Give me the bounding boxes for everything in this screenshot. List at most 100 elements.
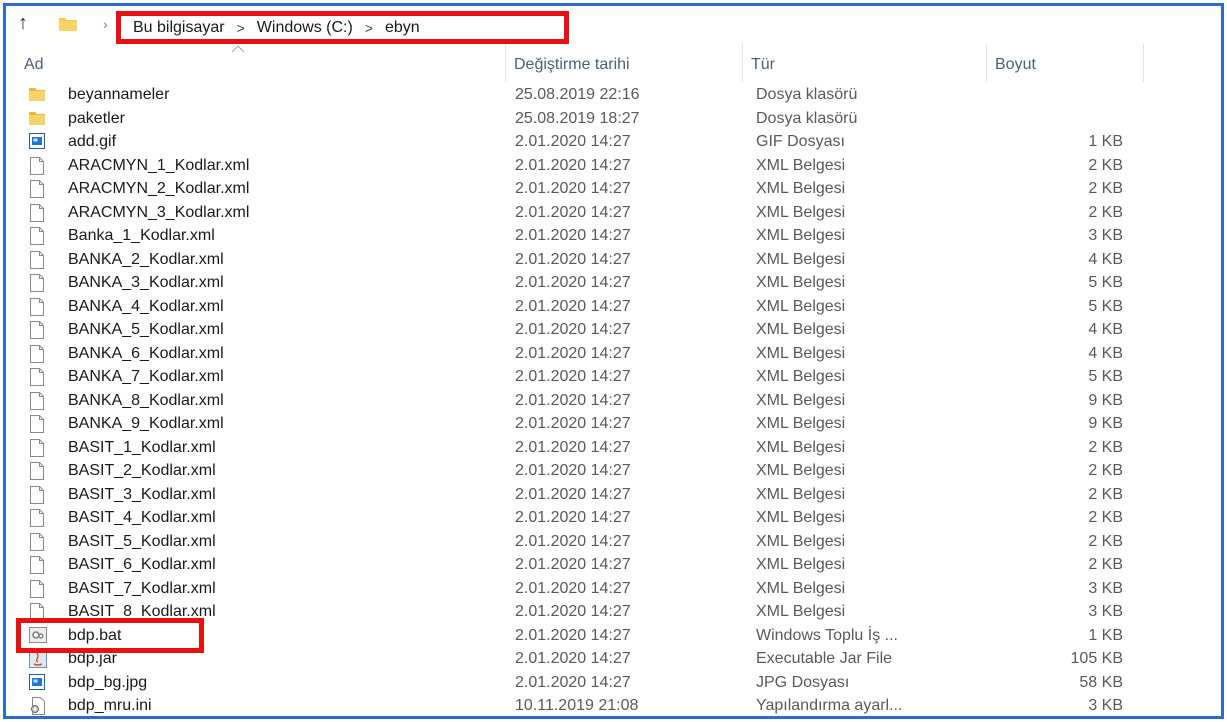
file-date: 2.01.2020 14:27: [515, 415, 631, 432]
file-size: 4 KB: [1088, 250, 1123, 268]
file-size: 3 KB: [1088, 697, 1123, 714]
file-type: XML Belgesi: [756, 344, 846, 362]
file-type: XML Belgesi: [756, 438, 846, 456]
file-row[interactable]: beyannameler 25.08.2019 22:16 Dosya klasör…: [6, 83, 1143, 107]
file-type: XML Belgesi: [756, 415, 846, 432]
file-row[interactable]: ARACMYN_1_Kodlar.xml 2.01.2020 14:27 XML B…: [6, 154, 1143, 178]
file-type: XML Belgesi: [756, 297, 846, 315]
file-row[interactable]: BASIT_1_Kodlar.xml 2.01.2020 14:27 XML Bel…: [6, 436, 1143, 460]
file-name: BASIT_1_Kodlar.xml: [68, 438, 216, 456]
file-date: 2.01.2020 14:27: [515, 509, 631, 526]
file-date: 25.08.2019 22:16: [515, 86, 640, 103]
file-row[interactable]: ARACMYN_2_Kodlar.xml 2.01.2020 14:27 XML B…: [6, 177, 1143, 201]
document-file-icon: [29, 509, 45, 527]
file-name: ARACMYN_2_Kodlar.xml: [68, 180, 250, 197]
file-type: XML Belgesi: [756, 250, 846, 268]
file-name: bdp.jar: [68, 650, 117, 667]
file-row[interactable]: BANKA_7_Kodlar.xml 2.01.2020 14:27 XML Bel…: [6, 365, 1143, 389]
document-file-icon: [29, 274, 45, 292]
file-row[interactable]: BASIT_7_Kodlar.xml 2.01.2020 14:27 XML Bel…: [6, 577, 1143, 601]
folder-icon: [59, 16, 77, 31]
breadcrumb-item-this-pc[interactable]: Bu bilgisayar: [133, 19, 225, 37]
file-type: XML Belgesi: [756, 368, 846, 385]
file-name: BANKA_9_Kodlar.xml: [68, 415, 224, 432]
file-date: 2.01.2020 14:27: [515, 344, 631, 362]
file-row[interactable]: BANKA_9_Kodlar.xml 2.01.2020 14:27 XML Bel…: [6, 412, 1143, 436]
breadcrumb-item-drive-c[interactable]: Windows (C:): [257, 19, 353, 37]
file-date: 2.01.2020 14:27: [515, 650, 631, 667]
breadcrumb[interactable]: Bu bilgisayar > Windows (C:) > ebyn: [116, 11, 569, 44]
file-name: bdp.bat: [68, 626, 122, 644]
file-row[interactable]: ARACMYN_3_Kodlar.xml 2.01.2020 14:27 XML B…: [6, 201, 1143, 225]
file-row[interactable]: BASIT_2_Kodlar.xml 2.01.2020 14:27 XML Bel…: [6, 459, 1143, 483]
file-row[interactable]: bdp.jar 2.01.2020 14:27 Executable Jar Fil…: [6, 647, 1143, 671]
file-date: 2.01.2020 14:27: [515, 133, 631, 150]
file-name: BANKA_4_Kodlar.xml: [68, 297, 224, 315]
image-file-icon: [29, 133, 45, 150]
file-size: 5 KB: [1088, 297, 1123, 315]
file-size: 3 KB: [1088, 603, 1123, 620]
file-row[interactable]: BASIT_6_Kodlar.xml 2.01.2020 14:27 XML Bel…: [6, 553, 1143, 577]
file-name: BASIT_5_Kodlar.xml: [68, 532, 216, 550]
document-file-icon: [29, 297, 45, 316]
column-header-name[interactable]: Ad: [16, 44, 496, 82]
file-date: 2.01.2020 14:27: [515, 321, 631, 338]
file-type: XML Belgesi: [756, 156, 846, 174]
file-type: Dosya klasörü: [756, 109, 858, 127]
file-date: 2.01.2020 14:27: [515, 156, 631, 174]
file-row[interactable]: BASIT_8_Kodlar.xml 2.01.2020 14:27 XML Bel…: [6, 600, 1143, 624]
breadcrumb-item-ebyn[interactable]: ebyn: [385, 19, 420, 37]
document-file-icon: [29, 321, 45, 339]
file-row[interactable]: paketler 25.08.2019 18:27 Dosya klasörü: [6, 107, 1143, 131]
file-size: 1 KB: [1088, 133, 1123, 150]
file-row[interactable]: BANKA_6_Kodlar.xml 2.01.2020 14:27 XML Bel…: [6, 342, 1143, 366]
column-header-date[interactable]: Değiştirme tarihi: [505, 44, 731, 82]
document-file-icon: [29, 415, 45, 433]
file-name: ARACMYN_3_Kodlar.xml: [68, 203, 250, 221]
file-row[interactable]: BASIT_5_Kodlar.xml 2.01.2020 14:27 XML Bel…: [6, 530, 1143, 554]
file-row[interactable]: BANKA_8_Kodlar.xml 2.01.2020 14:27 XML Bel…: [6, 389, 1143, 413]
file-row[interactable]: BASIT_3_Kodlar.xml 2.01.2020 14:27 XML Bel…: [6, 483, 1143, 507]
file-date: 2.01.2020 14:27: [515, 227, 631, 244]
file-date: 2.01.2020 14:27: [515, 485, 631, 503]
file-row[interactable]: BANKA_2_Kodlar.xml 2.01.2020 14:27 XML Bel…: [6, 248, 1143, 272]
file-row[interactable]: BANKA_4_Kodlar.xml 2.01.2020 14:27 XML Bel…: [6, 295, 1143, 319]
file-row[interactable]: bdp.bat 2.01.2020 14:27 Windows Toplu İş .…: [6, 624, 1143, 648]
file-row[interactable]: Banka_1_Kodlar.xml 2.01.2020 14:27 XML Bel…: [6, 224, 1143, 248]
file-name: BANKA_8_Kodlar.xml: [68, 391, 224, 409]
file-row[interactable]: BASIT_4_Kodlar.xml 2.01.2020 14:27 XML Bel…: [6, 506, 1143, 530]
chevron-right-icon: >: [236, 19, 245, 36]
file-date: 2.01.2020 14:27: [515, 556, 631, 573]
file-name: beyannameler: [68, 86, 170, 103]
file-type: XML Belgesi: [756, 462, 846, 479]
file-date: 2.01.2020 14:27: [515, 368, 631, 385]
file-row[interactable]: bdp_mru.ini 10.11.2019 21:08 Yapılandırma …: [6, 694, 1143, 716]
file-row[interactable]: add.gif 2.01.2020 14:27 GIF Dosyası 1 KB: [6, 130, 1143, 154]
file-row[interactable]: BANKA_3_Kodlar.xml 2.01.2020 14:27 XML Bel…: [6, 271, 1143, 295]
file-name: BANKA_3_Kodlar.xml: [68, 274, 224, 291]
file-date: 2.01.2020 14:27: [515, 180, 631, 197]
file-date: 2.01.2020 14:27: [515, 274, 631, 291]
column-header-size[interactable]: Boyut: [986, 44, 1143, 82]
file-row[interactable]: bdp_bg.jpg 2.01.2020 14:27 JPG Dosyası 58 K…: [6, 671, 1143, 695]
document-file-icon: [29, 462, 45, 480]
file-date: 2.01.2020 14:27: [515, 579, 631, 597]
file-row[interactable]: BANKA_5_Kodlar.xml 2.01.2020 14:27 XML Bel…: [6, 318, 1143, 342]
document-file-icon: [29, 250, 45, 269]
column-header-type[interactable]: Tür: [742, 44, 975, 82]
file-date: 2.01.2020 14:27: [515, 203, 631, 221]
file-size: 9 KB: [1088, 391, 1123, 409]
file-size: 5 KB: [1088, 274, 1123, 291]
java-jar-icon: [29, 650, 47, 668]
file-date: 2.01.2020 14:27: [515, 673, 631, 691]
file-name: BANKA_5_Kodlar.xml: [68, 321, 224, 338]
document-file-icon: [29, 203, 45, 222]
file-type: XML Belgesi: [756, 391, 846, 409]
file-name: BASIT_6_Kodlar.xml: [68, 556, 216, 573]
file-size: 2 KB: [1088, 532, 1123, 550]
file-name: BASIT_8_Kodlar.xml: [68, 603, 216, 620]
column-divider: [1143, 44, 1144, 82]
file-size: 105 KB: [1070, 650, 1123, 667]
up-arrow-icon[interactable]: ↑: [13, 12, 33, 34]
file-size: 2 KB: [1088, 203, 1123, 221]
